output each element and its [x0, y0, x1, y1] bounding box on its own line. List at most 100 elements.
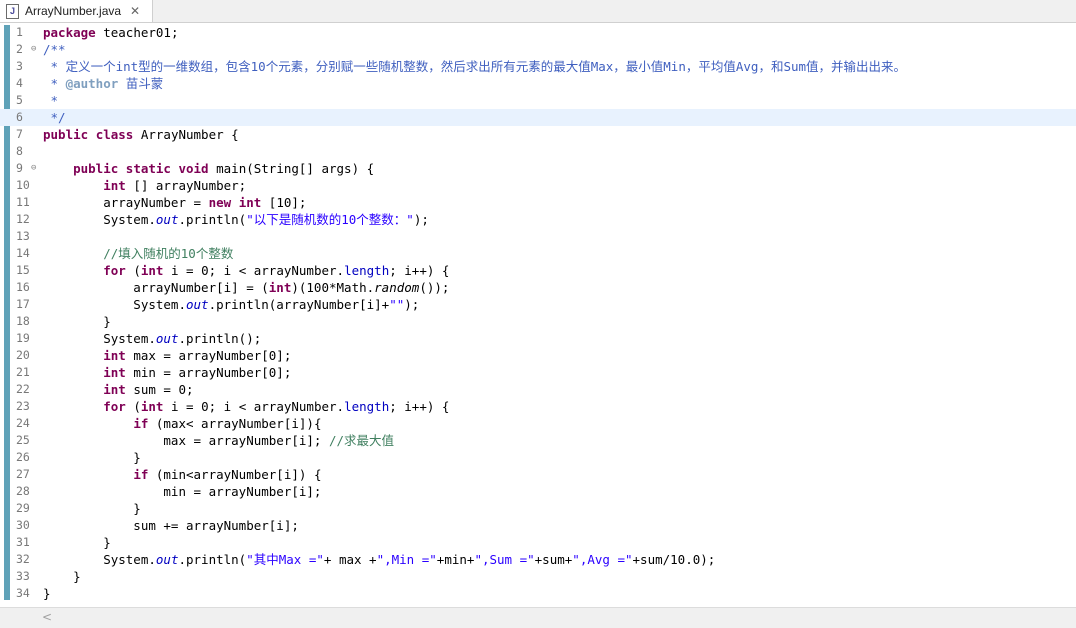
code-text[interactable]: int max = arrayNumber[0]; [43, 347, 291, 364]
code-text[interactable]: min = arrayNumber[i]; [43, 483, 321, 500]
code-line[interactable]: 2 ⊖ /** [0, 41, 1076, 58]
code-line[interactable]: 34} [0, 585, 1076, 602]
fold-toggle-icon[interactable]: ⊖ [31, 41, 36, 58]
horizontal-scrollbar[interactable]: < [0, 607, 1076, 628]
line-number: 30 [16, 518, 30, 532]
code-text[interactable]: */ [43, 109, 66, 126]
code-text[interactable]: //填入随机的10个整数 [43, 245, 233, 262]
line-number: 14 [16, 246, 30, 260]
tab-arraynumber-java[interactable]: J ArrayNumber.java ✕ [0, 0, 153, 22]
code-line[interactable]: 3 * 定义一个int型的一维数组，包含10个元素，分别赋一些随机整数，然后求出… [0, 58, 1076, 75]
code-text[interactable]: } [43, 568, 81, 585]
code-text[interactable]: /** [43, 41, 66, 58]
line-number: 3 [16, 59, 23, 73]
code-line[interactable]: 27 if (min<arrayNumber[i]) { [0, 466, 1076, 483]
line-number: 28 [16, 484, 30, 498]
code-line[interactable]: 10 int [] arrayNumber; [0, 177, 1076, 194]
code-line[interactable]: 26 } [0, 449, 1076, 466]
code-text[interactable]: } [43, 449, 141, 466]
line-number: 25 [16, 433, 30, 447]
line-number: 5 [16, 93, 23, 107]
code-text[interactable]: * 定义一个int型的一维数组，包含10个元素，分别赋一些随机整数，然后求出所有… [43, 58, 907, 75]
code-text[interactable]: } [43, 313, 111, 330]
code-line[interactable]: 24 if (max< arrayNumber[i]){ [0, 415, 1076, 432]
code-text[interactable]: } [43, 500, 141, 517]
code-line[interactable]: 31 } [0, 534, 1076, 551]
code-text[interactable]: for (int i = 0; i < arrayNumber.length; … [43, 398, 449, 415]
line-number: 7 [16, 127, 23, 141]
code-text[interactable]: max = arrayNumber[i]; //求最大值 [43, 432, 394, 449]
line-number: 29 [16, 501, 30, 515]
code-line[interactable]: 9 ⊖ public static void main(String[] args… [0, 160, 1076, 177]
line-number: 27 [16, 467, 30, 481]
code-line[interactable]: 21 int min = arrayNumber[0]; [0, 364, 1076, 381]
code-text[interactable]: * @author 苗斗蒙 [43, 75, 164, 92]
code-text[interactable]: System.out.println("其中Max ="+ max +",Min… [43, 551, 715, 568]
code-line[interactable]: 15 for (int i = 0; i < arrayNumber.lengt… [0, 262, 1076, 279]
code-text[interactable]: int sum = 0; [43, 381, 193, 398]
code-text[interactable]: int [] arrayNumber; [43, 177, 246, 194]
code-text[interactable]: sum += arrayNumber[i]; [43, 517, 299, 534]
code-text[interactable]: System.out.println("以下是随机数的10个整数："); [43, 211, 429, 228]
line-number: 8 [16, 144, 23, 158]
code-line[interactable]: 1 package teacher01; [0, 24, 1076, 41]
line-number: 10 [16, 178, 30, 192]
code-text[interactable]: public class ArrayNumber { [43, 126, 239, 143]
code-line[interactable]: 33 } [0, 568, 1076, 585]
code-text[interactable]: } [43, 585, 51, 602]
code-text[interactable]: arrayNumber = new int [10]; [43, 194, 306, 211]
line-number: 12 [16, 212, 30, 226]
code-text[interactable]: package teacher01; [43, 24, 178, 41]
code-text[interactable]: if (max< arrayNumber[i]){ [43, 415, 321, 432]
close-icon[interactable]: ✕ [130, 4, 140, 18]
line-number: 23 [16, 399, 30, 413]
code-line[interactable]: 12 System.out.println("以下是随机数的10个整数："); [0, 211, 1076, 228]
code-line[interactable]: 23 for (int i = 0; i < arrayNumber.lengt… [0, 398, 1076, 415]
code-text[interactable]: arrayNumber[i] = (int)(100*Math.random()… [43, 279, 449, 296]
line-number: 6 [16, 110, 23, 124]
code-line[interactable]: 11 arrayNumber = new int [10]; [0, 194, 1076, 211]
line-number: 31 [16, 535, 30, 549]
line-number: 22 [16, 382, 30, 396]
code-line[interactable]: 6 */ [0, 109, 1076, 126]
code-text[interactable]: System.out.println(); [43, 330, 261, 347]
code-text[interactable]: for (int i = 0; i < arrayNumber.length; … [43, 262, 449, 279]
code-line[interactable]: 7 public class ArrayNumber { [0, 126, 1076, 143]
line-number: 32 [16, 552, 30, 566]
code-text[interactable]: System.out.println(arrayNumber[i]+""); [43, 296, 419, 313]
line-number: 34 [16, 586, 30, 600]
fold-toggle-icon[interactable]: ⊖ [31, 160, 36, 177]
java-file-icon: J [6, 3, 19, 19]
code-text[interactable]: public static void main(String[] args) { [43, 160, 374, 177]
code-line[interactable]: 14 //填入随机的10个整数 [0, 245, 1076, 262]
code-line[interactable]: 32 System.out.println("其中Max ="+ max +",… [0, 551, 1076, 568]
line-number: 11 [16, 195, 30, 209]
line-number: 17 [16, 297, 30, 311]
code-line[interactable]: 25 max = arrayNumber[i]; //求最大值 [0, 432, 1076, 449]
code-line[interactable]: 29 } [0, 500, 1076, 517]
line-number: 24 [16, 416, 30, 430]
code-text[interactable]: * [43, 92, 59, 109]
code-line[interactable]: 13 [0, 228, 1076, 245]
code-text[interactable]: } [43, 534, 111, 551]
line-number: 4 [16, 76, 23, 90]
code-line[interactable]: 5 * [0, 92, 1076, 109]
line-number: 1 [16, 25, 23, 39]
code-line[interactable]: 4 * @author 苗斗蒙 [0, 75, 1076, 92]
code-text[interactable]: if (min<arrayNumber[i]) { [43, 466, 321, 483]
code-line[interactable]: 22 int sum = 0; [0, 381, 1076, 398]
code-line[interactable]: 30 sum += arrayNumber[i]; [0, 517, 1076, 534]
line-number: 20 [16, 348, 30, 362]
code-line[interactable]: 20 int max = arrayNumber[0]; [0, 347, 1076, 364]
scroll-left-arrow-icon[interactable]: < [42, 610, 52, 624]
code-editor[interactable]: 1 package teacher01; 2 ⊖/** 3 * 定义一个int型的一维数… [0, 23, 1076, 607]
code-line[interactable]: 18 } [0, 313, 1076, 330]
code-line[interactable]: 17 System.out.println(arrayNumber[i]+"")… [0, 296, 1076, 313]
code-line[interactable]: 28 min = arrayNumber[i]; [0, 483, 1076, 500]
code-line[interactable]: 8 [0, 143, 1076, 160]
code-line[interactable]: 19 System.out.println(); [0, 330, 1076, 347]
line-number: 33 [16, 569, 30, 583]
code-text[interactable]: int min = arrayNumber[0]; [43, 364, 291, 381]
code-line[interactable]: 16 arrayNumber[i] = (int)(100*Math.rando… [0, 279, 1076, 296]
line-number: 19 [16, 331, 30, 345]
